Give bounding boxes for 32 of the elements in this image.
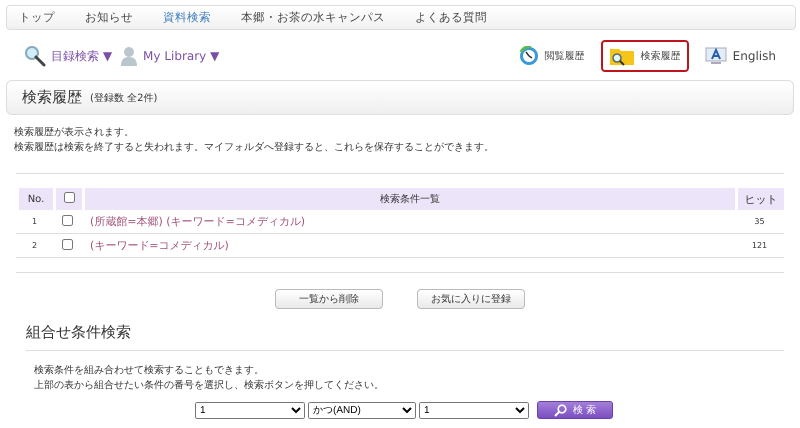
- column-header: ヒット: [735, 188, 784, 210]
- record-count: (登録数 全2件): [90, 92, 158, 104]
- search-button[interactable]: 検 索: [537, 401, 613, 419]
- section-title: 組合せ条件検索: [26, 323, 784, 351]
- action-button[interactable]: 一覧から削除: [275, 289, 383, 309]
- select-field[interactable]: 1: [419, 402, 529, 418]
- nav-tab[interactable]: よくある質問: [415, 10, 487, 25]
- page-title: 検索履歴: [22, 88, 82, 107]
- select-field[interactable]: かつ(AND): [308, 402, 416, 418]
- toolbar-link[interactable]: 検索履歴: [600, 40, 689, 72]
- hit-count: 121: [735, 234, 784, 258]
- column-header: No.: [16, 188, 53, 210]
- menu-link[interactable]: 目録検索 ▼: [51, 48, 112, 64]
- intro-text: 検索履歴は検索を終了すると失われます。マイフォルダへ登録すると、これらを保存することができます。: [14, 140, 495, 155]
- toolbar-link[interactable]: English: [696, 41, 784, 71]
- select-field[interactable]: 1: [195, 402, 305, 418]
- column-header: 検索条件一覧: [82, 188, 735, 210]
- nav-tab[interactable]: お知らせ: [85, 10, 133, 25]
- hit-count: 35: [735, 210, 784, 234]
- row-number: 2: [16, 234, 53, 258]
- toolbar-link[interactable]: 閲覧履歴: [510, 40, 593, 72]
- condition-link[interactable]: (所蔵館=本郷) (キーワード=コメディカル): [90, 215, 306, 228]
- row-number: 1: [16, 210, 53, 234]
- condition-link[interactable]: (キーワード=コメディカル): [90, 239, 229, 252]
- nav-tab[interactable]: 本郷・お茶の水キャンパス: [241, 10, 385, 25]
- action-button[interactable]: お気に入りに登録: [417, 289, 525, 309]
- nav-tab[interactable]: トップ: [19, 10, 55, 25]
- intro-text: 検索履歴が表示されます。: [14, 126, 135, 140]
- nav-tab[interactable]: 資料検索: [163, 10, 211, 25]
- instruction-text: 上部の表から組合せたい条件の番号を選択し、検索ボタンを押してください。: [34, 378, 385, 393]
- instruction-text: 検索条件を組み合わせて検索することもできます。: [34, 364, 265, 378]
- menu-link[interactable]: My Library ▼: [143, 49, 220, 63]
